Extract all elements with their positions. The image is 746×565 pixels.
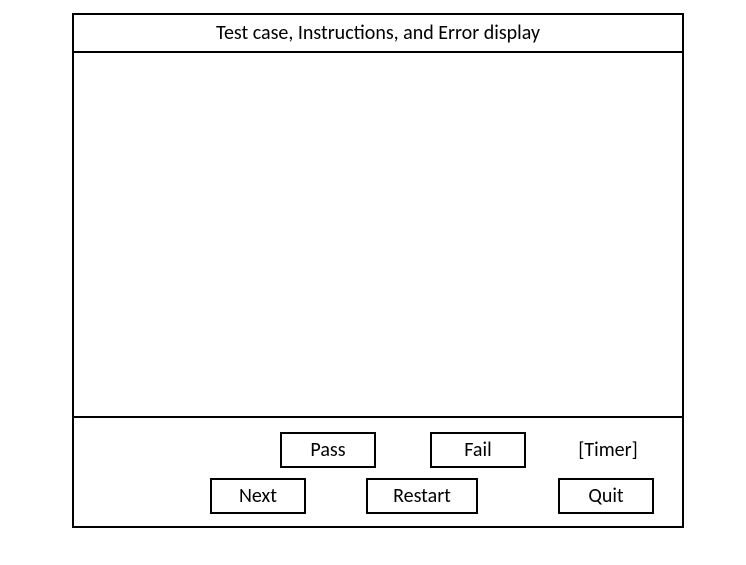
quit-button-label: Quit	[588, 484, 623, 508]
restart-button[interactable]: Restart	[366, 478, 478, 514]
footer-bar: Pass Fail [Timer] Next Restart Quit	[74, 416, 682, 526]
content-area	[74, 53, 682, 416]
fail-button[interactable]: Fail	[430, 432, 526, 468]
quit-button[interactable]: Quit	[558, 478, 654, 514]
next-button-label: Next	[239, 484, 277, 508]
fail-button-label: Fail	[464, 438, 491, 462]
next-button[interactable]: Next	[210, 478, 306, 514]
header-bar: Test case, Instructions, and Error displ…	[74, 15, 682, 53]
pass-button[interactable]: Pass	[280, 432, 376, 468]
pass-button-label: Pass	[310, 438, 345, 462]
window-frame: Test case, Instructions, and Error displ…	[72, 13, 684, 528]
header-title: Test case, Instructions, and Error displ…	[216, 21, 540, 45]
restart-button-label: Restart	[393, 484, 451, 508]
timer-display: [Timer]	[560, 432, 656, 468]
timer-label: [Timer]	[578, 438, 638, 462]
